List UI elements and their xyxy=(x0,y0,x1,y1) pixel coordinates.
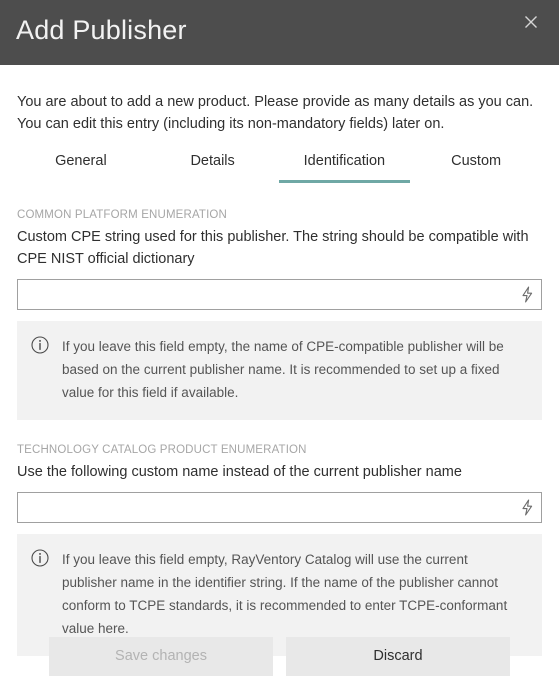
info-circle-icon xyxy=(31,336,51,356)
section-description-cpe: Custom CPE string used for this publishe… xyxy=(17,229,529,267)
tab-custom[interactable]: Custom xyxy=(410,151,542,183)
section-technology-catalog-product-enumeration: TECHNOLOGY CATALOG PRODUCT ENUMERATION U… xyxy=(17,444,542,656)
tab-general[interactable]: General xyxy=(15,151,147,183)
dialog-footer: Save changes Discard xyxy=(0,637,559,676)
dialog-titlebar: Add Publisher xyxy=(0,0,559,65)
info-box-cpe: If you leave this field empty, the name … xyxy=(17,321,542,420)
section-common-platform-enumeration: COMMON PLATFORM ENUMERATION Custom CPE s… xyxy=(17,209,542,420)
discard-button[interactable]: Discard xyxy=(286,637,510,676)
tcpe-input[interactable] xyxy=(18,493,541,522)
cpe-input-wrapper xyxy=(17,279,542,310)
save-changes-button[interactable]: Save changes xyxy=(49,637,273,676)
cpe-input[interactable] xyxy=(18,280,541,309)
dialog-title: Add Publisher xyxy=(16,15,187,45)
add-publisher-dialog: Add Publisher You are about to add a new… xyxy=(0,0,559,690)
close-icon[interactable] xyxy=(517,8,545,36)
tcpe-input-wrapper xyxy=(17,492,542,523)
info-circle-icon xyxy=(31,549,51,569)
tab-details[interactable]: Details xyxy=(147,151,279,183)
info-text-cpe: If you leave this field empty, the name … xyxy=(62,339,504,400)
intro-text: You are about to add a new product. Plea… xyxy=(17,91,537,135)
dialog-body: You are about to add a new product. Plea… xyxy=(0,65,559,690)
intro-line-1: You are about to add a new product. Plea… xyxy=(17,94,534,110)
lightning-bolt-icon[interactable] xyxy=(513,493,541,522)
tab-identification[interactable]: Identification xyxy=(278,151,411,183)
lightning-bolt-icon[interactable] xyxy=(513,280,541,309)
tab-bar: General Details Identification Custom xyxy=(15,151,542,183)
section-description-tcpe: Use the following custom name instead of… xyxy=(17,464,462,480)
section-label-cpe: COMMON PLATFORM ENUMERATION xyxy=(17,209,227,221)
info-text-tcpe: If you leave this field empty, RayVentor… xyxy=(62,552,508,636)
intro-line-2: You can edit this entry (including its n… xyxy=(17,116,445,132)
section-label-tcpe: TECHNOLOGY CATALOG PRODUCT ENUMERATION xyxy=(17,444,307,456)
